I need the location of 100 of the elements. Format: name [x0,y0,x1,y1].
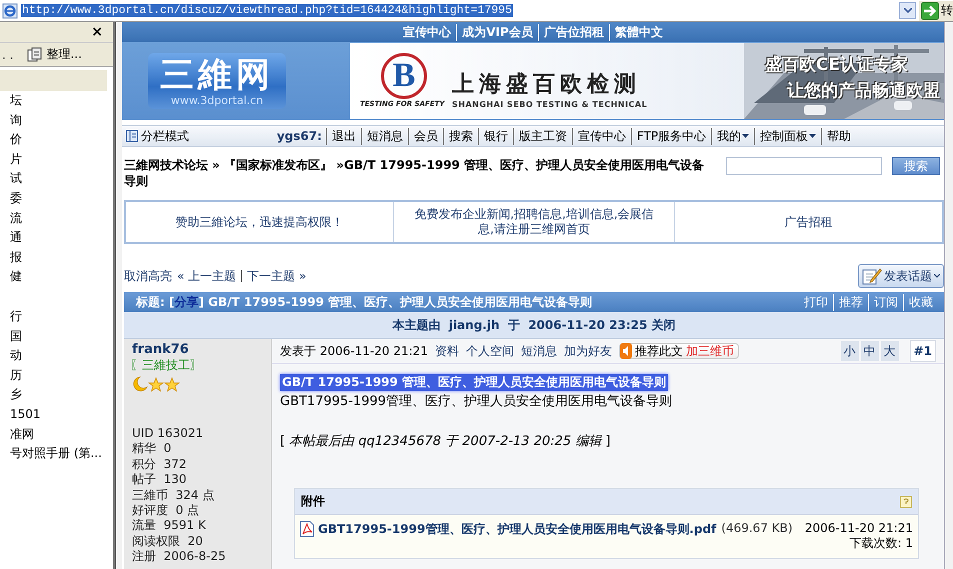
floor-number: #1 [910,340,936,362]
split-mode-button[interactable]: 分栏模式 [126,128,189,144]
font-size-button[interactable]: 大 [880,341,899,361]
previous-topic-link[interactable]: « 上一主题 [177,268,236,284]
download-count: 下载次数: 1 [850,535,913,552]
author-rank: 〖三維技工〗 [130,357,203,374]
favorites-item[interactable]: 报 [10,248,22,268]
favorites-item[interactable]: 价 [10,130,22,150]
favorites-item[interactable]: 号对照手册 (第... [10,444,102,464]
favorites-item[interactable]: 乡 [10,385,22,405]
closed-notice: 本主题由 jiang.jh 于 2006-11-20 23:25 关闭 [392,316,676,334]
author-stat: 精华 0 [132,441,172,457]
nav-link[interactable]: 广告位招租 [538,24,609,40]
favorites-item[interactable]: 流 [10,208,22,228]
company-name-english: SHANGHAI SEBO TESTING & TECHNICAL [452,100,648,109]
author-link[interactable]: 资料 [434,342,459,360]
author-stat: 流量 9591 K [132,518,207,534]
username[interactable]: ygs67: [276,129,322,143]
organize-button[interactable]: 整理... [27,46,82,63]
favorites-item[interactable]: 试 [10,169,22,189]
address-field[interactable]: http://www.3dportal.cn/discuz/viewthread.php?tid=164424&highlight=17995 [21,4,513,17]
file-size: (469.67 KB) [721,521,793,537]
favorites-item[interactable]: 动 [10,346,22,366]
highlighted-title: GB/T 17995-1999 管理、医疗、护理人员安全使用医用电气设备导则 [280,374,668,391]
caret-icon [742,134,750,138]
font-size-button[interactable]: 中 [860,341,879,361]
upload-date: 2006-11-20 21:21 [804,521,913,535]
search-field[interactable] [726,157,882,175]
brand-logo: B [381,53,427,99]
toolbar-link[interactable]: 帮助 [821,128,856,144]
favorites-item[interactable]: 行 [10,306,22,327]
promo-link[interactable]: 赞助三維论坛，迅速提高权限！ [126,202,394,242]
favorites-item[interactable]: 1501 [10,404,41,424]
recommend-button[interactable]: 推荐此文 加三维币 [618,343,739,359]
columns-icon [126,130,138,142]
unhighlight-link[interactable]: 取消高亮 [124,268,172,284]
company-name: 上海盛百欧检测 [452,70,642,99]
attachment-heading: 附件 [301,493,325,510]
rank-icon [132,376,182,392]
thread-title: 标题: [分享] GB/T 17995-1999 管理、医疗、护理人员安全使用医用电气设备导则 [136,294,592,310]
note-icon [900,496,912,508]
nav-link[interactable]: 成为VIP会员 [456,24,538,40]
author-stat: 帖子 130 [132,472,188,488]
author-link[interactable]: 短消息 [520,342,557,360]
promo-link[interactable]: 广告招租 [674,202,942,242]
chevron-icon [904,8,912,13]
promo-link[interactable]: 免费发布企业新闻,招聘信息,培训信息,会展信息,请注册三维网首页 [393,202,674,242]
author-stat: 好评度 0 点 [132,503,200,518]
attachment-link[interactable]: GBT17995-1999管理、医疗、护理人员安全使用医用电气设备导则.pdf [318,521,716,552]
author-link[interactable]: 个人空间 [466,342,514,360]
author-stat: 积分 372 [132,456,188,472]
documents-icon [27,46,44,62]
favorites-item[interactable]: 委 [10,188,22,209]
toolbar-link[interactable]: 退出 [326,128,361,144]
favorites-item[interactable]: 通 [10,228,22,248]
toolbar-link[interactable]: 会员 [408,128,443,144]
pdf-icon [300,521,314,537]
go-button[interactable]: 转 [919,0,953,20]
author-link[interactable]: 加为好友 [564,342,612,360]
logo-title: 三維网 [160,56,274,94]
favorites-item[interactable]: 历 [10,366,22,386]
author-stat: UID 163021 [132,426,204,442]
toolbar-button[interactable]: . . [2,48,14,62]
favorites-item[interactable]: 坛 [10,91,22,111]
font-size-button[interactable]: 小 [840,341,859,361]
author-stat: 阅读权限 20 [132,534,204,550]
nav-link[interactable]: 繁體中文 [608,24,668,40]
toolbar-link[interactable]: 搜索 [442,128,478,144]
page-icon [2,2,18,18]
breadcrumb: 三維网技术论坛 » 『国家标准发布区』 »GB/T 17995-1999 管理、医疗、护理人员安全使用医用电气设备导则 [124,157,706,190]
caret-icon [809,134,816,138]
post-date: 发表于 2006-11-20 21:21 [280,342,428,360]
ad-slogan: 让您的产品畅通欧盟 [787,80,940,102]
next-topic-link[interactable]: 下一主题 » [247,268,306,284]
toolbar-link[interactable]: 银行 [478,128,513,144]
favorites-item[interactable]: 健 [10,267,22,287]
author-stat: 注册 2006-8-25 [132,549,227,565]
favorites-item[interactable]: 询 [10,110,22,130]
toolbar-link[interactable]: 我的 [711,128,754,144]
toolbar-link[interactable]: 控制面板 [754,128,822,144]
favorites-item[interactable]: 国 [10,326,22,346]
toolbar-link[interactable]: 版主工资 [512,128,572,144]
toolbar-link[interactable]: 宣传中心 [572,128,631,144]
pencil-icon [862,267,882,285]
close-button[interactable]: × [91,24,103,40]
toolbar-link[interactable]: FTP服务中心 [630,128,712,144]
new-topic-button[interactable]: 发表话题 [858,264,944,288]
favorites-item[interactable]: 片 [10,150,22,170]
author-name[interactable]: frank76 [132,342,263,357]
dropdown-button[interactable] [899,2,916,19]
chevron-icon [934,274,940,278]
site-logo[interactable]: 三維网 www.3dportal.cn [148,53,286,109]
logo-url: www.3dportal.cn [170,94,264,106]
post-text: GBT17995-1999管理、医疗、护理人员安全使用医用电气设备导则 [280,393,672,410]
speaker-icon [620,343,632,359]
edit-note: [ 本帖最后由 qq12345678 于 2007-2-13 20:25 编辑 ] [280,433,611,450]
toolbar-link[interactable]: 短消息 [360,128,408,144]
author-stat: 三維币 324 点 [132,488,216,504]
favorites-item[interactable]: 准网 [10,424,34,444]
nav-link[interactable]: 宣传中心 [398,24,456,40]
